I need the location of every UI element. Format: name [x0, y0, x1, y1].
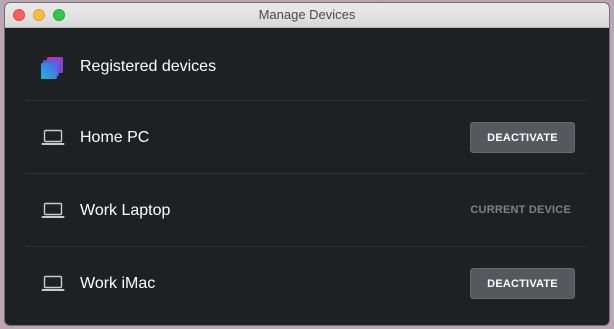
device-row-home-pc: Home PC DEACTIVATE [26, 101, 588, 174]
device-row-work-laptop: Work Laptop CURRENT DEVICE [26, 174, 588, 247]
registered-devices-label: Registered devices [80, 58, 217, 75]
laptop-icon [41, 202, 65, 218]
device-name: Work iMac [80, 275, 156, 292]
laptop-icon [41, 275, 65, 291]
window-title: Manage Devices [258, 7, 356, 22]
device-name: Home PC [80, 129, 150, 146]
manage-devices-window: Manage Devices Registered devices Home P… [5, 3, 609, 325]
device-name: Work Laptop [80, 202, 171, 219]
current-device-label: CURRENT DEVICE [470, 204, 571, 216]
deactivate-button[interactable]: DEACTIVATE [470, 122, 575, 153]
title-bar: Manage Devices [5, 3, 609, 28]
registered-devices-header: Registered devices [26, 28, 588, 101]
laptop-icon [41, 129, 65, 145]
deactivate-button[interactable]: DEACTIVATE [470, 268, 575, 299]
device-row-work-imac: Work iMac DEACTIVATE [26, 247, 588, 320]
app-logo-icon [41, 57, 63, 79]
